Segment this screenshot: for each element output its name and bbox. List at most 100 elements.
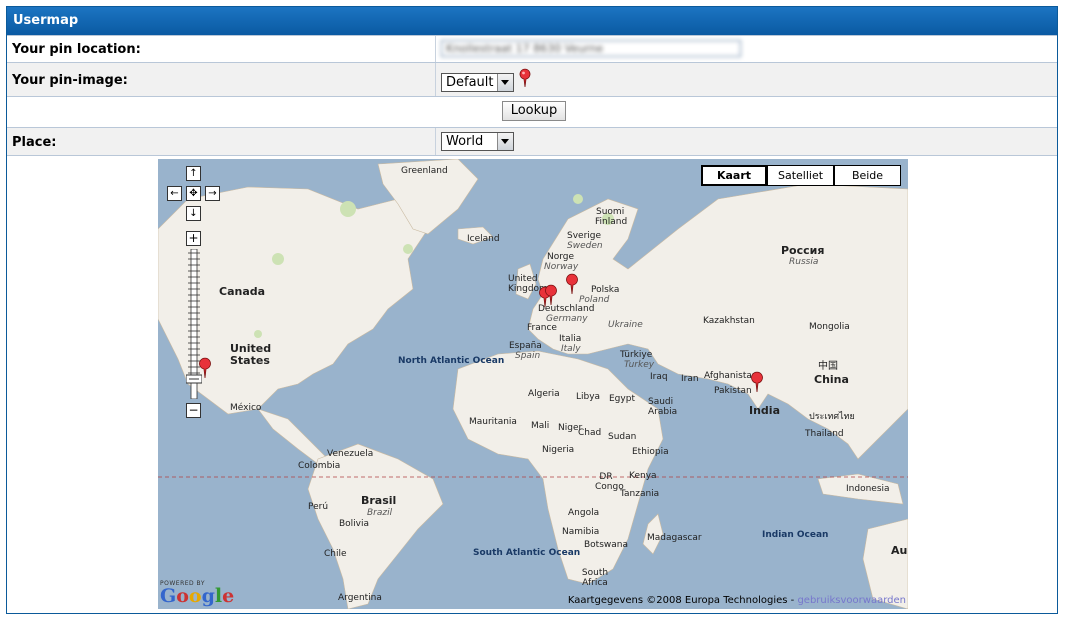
map-label: Brazil	[367, 508, 393, 518]
pin-image-selected: Default	[446, 75, 494, 90]
map-label: Spain	[515, 351, 541, 361]
pin-image-select[interactable]: Default	[441, 73, 514, 92]
pin-image-row: Your pin-image: Default	[7, 62, 1057, 96]
map-label: Canada	[219, 285, 266, 298]
ocean-label: North Atlantic Ocean	[398, 356, 505, 366]
map-label: Italia	[559, 334, 582, 344]
map-label: Sweden	[567, 241, 603, 251]
map-credit: Kaartgegevens ©2008 Europa Technologies …	[568, 595, 906, 606]
map-label: DR Congo	[595, 472, 624, 492]
zoom-in-icon[interactable]: +	[186, 231, 201, 246]
chevron-down-icon	[497, 133, 513, 150]
map-label: Algeria	[528, 389, 560, 399]
map-label: España	[509, 341, 542, 351]
map-type-beide-button[interactable]: Beide	[834, 165, 901, 186]
pin-preview-icon	[519, 68, 531, 88]
pin-image-label: Your pin-image:	[12, 73, 128, 88]
column-divider	[435, 128, 436, 155]
zoom-out-icon[interactable]: −	[186, 403, 201, 418]
place-row: Place: World	[7, 127, 1057, 155]
place-select[interactable]: World	[441, 132, 514, 151]
map-label: Mauritania	[469, 417, 517, 427]
map-type-kaart-button[interactable]: Kaart	[701, 165, 767, 186]
map-label: Indonesia	[846, 484, 890, 494]
pin-location-row: Your pin location:	[7, 35, 1057, 62]
map-label: Iceland	[467, 234, 500, 244]
usermap-panel: Usermap Your pin location: Your pin-imag…	[6, 6, 1058, 614]
map-label: Iran	[681, 374, 699, 384]
map-label: Chad	[578, 428, 602, 438]
map-label: Argentina	[338, 593, 382, 603]
map-pin-icon[interactable]	[198, 357, 212, 379]
map-label: Russia	[789, 257, 819, 267]
map-pin-icon[interactable]	[565, 273, 579, 295]
map-label: Ethiopia	[632, 447, 669, 457]
map-label: Bolivia	[339, 519, 370, 529]
map-label: Mali	[531, 421, 550, 431]
lookup-button[interactable]: Lookup	[502, 101, 566, 121]
place-label: Place:	[12, 135, 57, 150]
map-label: Au	[891, 544, 908, 557]
column-divider	[435, 63, 436, 96]
google-wordmark: Google	[160, 585, 235, 607]
map-label: France	[527, 323, 557, 333]
map-label: Libya	[576, 392, 601, 402]
map-label: Brasil	[361, 494, 397, 507]
map-label: 中国	[818, 361, 838, 372]
map-label: Egypt	[609, 394, 635, 404]
map-label: Turkey	[624, 360, 655, 370]
map-label: Sudan	[608, 432, 637, 442]
map-label: United States	[230, 342, 272, 367]
ocean-label: Indian Ocean	[762, 530, 829, 540]
map-label: Pakistan	[714, 386, 752, 396]
map-label: Angola	[568, 508, 600, 518]
google-logo[interactable]: POWERED BY Google	[160, 580, 235, 607]
map-label: Saudi Arabia	[648, 397, 678, 417]
map-label: Finland	[595, 217, 628, 227]
map-land-layer	[158, 159, 908, 609]
map-pin-icon[interactable]	[544, 284, 558, 306]
map-label: Kenya	[629, 471, 657, 481]
map-label: Sverige	[567, 231, 602, 241]
column-divider	[435, 36, 436, 62]
map-label: ประเทศไทย	[809, 412, 855, 422]
map-label: Suomi	[596, 207, 625, 217]
map-label: Türkiye	[620, 350, 653, 360]
map-pin-icon[interactable]	[750, 371, 764, 393]
map-label: Madagascar	[647, 533, 702, 543]
map-label: Botswana	[584, 540, 628, 550]
map-label: Tanzania	[620, 489, 660, 499]
chevron-down-icon	[497, 74, 513, 91]
pan-left-icon[interactable]: ←	[167, 186, 182, 201]
map-label: México	[230, 403, 262, 413]
map-label: Iraq	[650, 372, 668, 382]
map-label: Thailand	[805, 429, 844, 439]
place-selected: World	[446, 134, 484, 149]
ocean-label: South Atlantic Ocean	[473, 548, 581, 558]
world-map[interactable]: Greenland Iceland Suomi Finland Sverige …	[158, 159, 908, 609]
map-label: Namibia	[562, 527, 600, 537]
pin-location-input[interactable]	[441, 40, 741, 57]
map-label: Россия	[781, 244, 825, 257]
pan-up-icon[interactable]: ↑	[186, 166, 201, 181]
lookup-row: Lookup	[7, 96, 1057, 127]
map-type-satelliet-button[interactable]: Satelliet	[767, 165, 834, 186]
map-label: Mongolia	[809, 322, 850, 332]
pin-location-label: Your pin location:	[12, 42, 141, 57]
map-label: India	[749, 404, 780, 417]
map-label: Chile	[324, 549, 347, 559]
pan-down-icon[interactable]: ↓	[186, 206, 201, 221]
map-label: China	[814, 373, 849, 386]
map-label: Polska	[591, 285, 620, 295]
panel-title: Usermap	[7, 7, 1057, 35]
pan-center-icon[interactable]: ✥	[186, 186, 201, 201]
credit-text: Kaartgegevens ©2008 Europa Technologies …	[567, 595, 798, 606]
map-label: Colombia	[298, 461, 341, 471]
map-label: South Africa	[581, 568, 609, 588]
map-label: Norge	[547, 252, 575, 262]
pan-right-icon[interactable]: →	[205, 186, 220, 201]
map-label: Norway	[544, 262, 579, 272]
map-label: Greenland	[401, 166, 448, 176]
terms-link[interactable]: gebruiksvoorwaarden	[797, 595, 906, 606]
map-label: Perú	[308, 502, 329, 512]
